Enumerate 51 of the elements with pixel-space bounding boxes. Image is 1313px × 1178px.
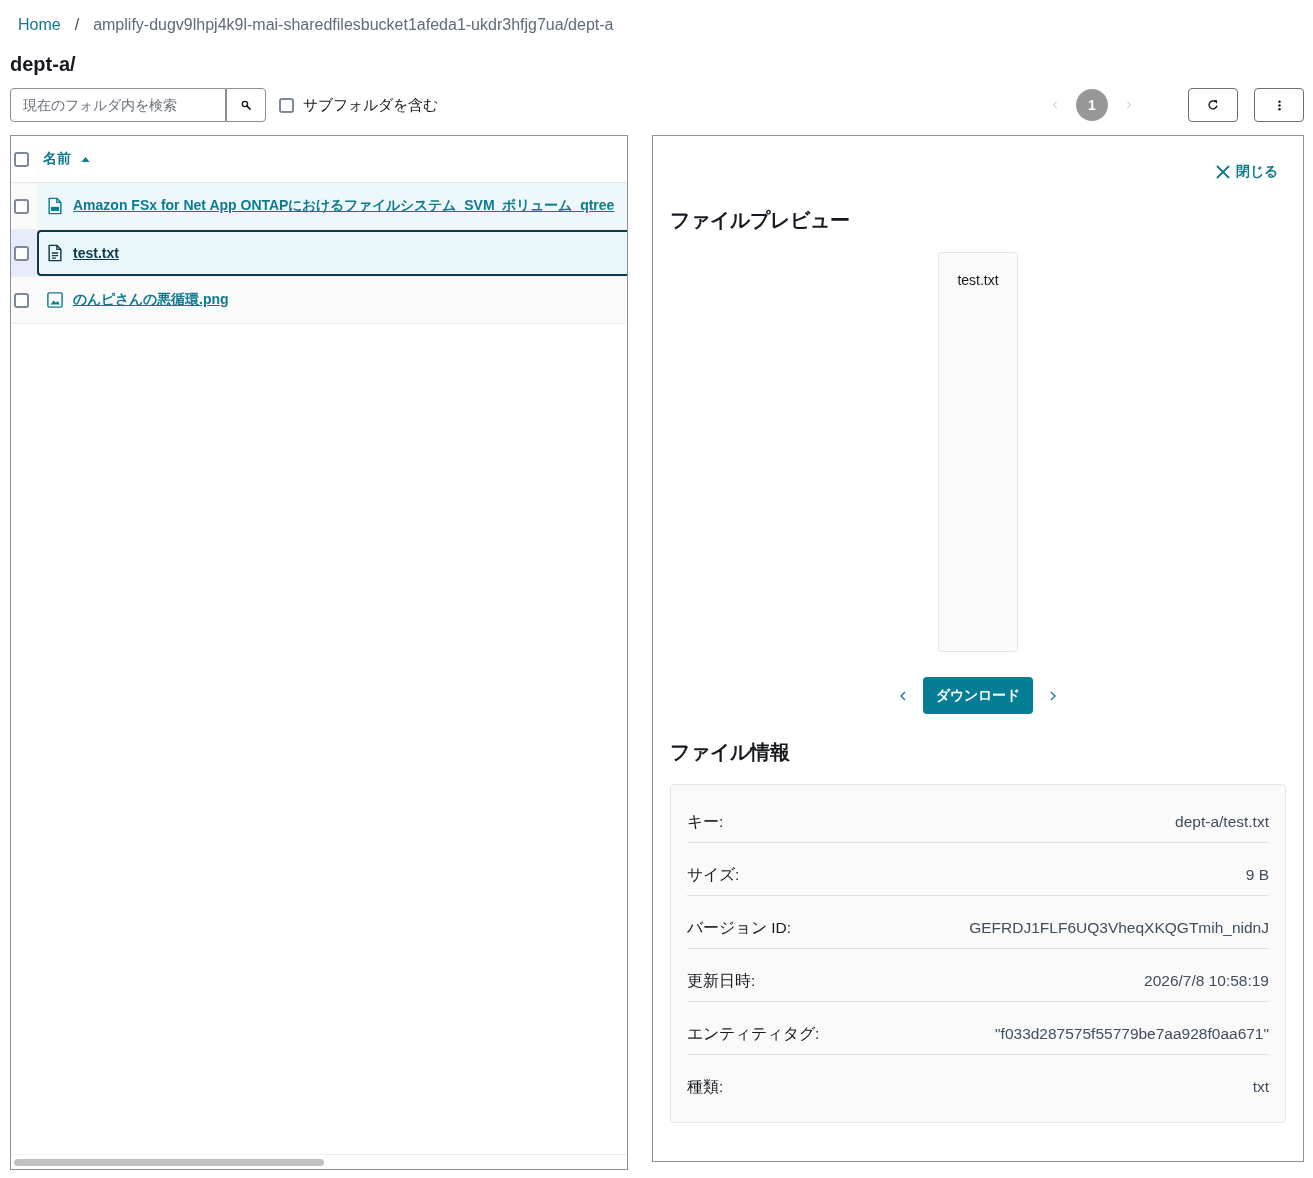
file-link[interactable]: Amazon FSx for Net App ONTAPにおけるファイルシステム_SVM_ボリューム_qtree xyxy=(73,197,615,215)
info-label: 更新日時: xyxy=(687,971,756,991)
page-button[interactable]: 1 xyxy=(1076,89,1108,121)
page-title: dept-a/ xyxy=(10,52,77,77)
table-row[interactable]: Amazon FSx for Net App ONTAPにおけるファイルシステム_SVM_ボリューム_qtree xyxy=(11,183,627,230)
pdf-file-icon xyxy=(47,197,63,215)
close-icon xyxy=(1216,165,1230,179)
info-label: エンティティタグ: xyxy=(687,1024,820,1044)
info-label: キー: xyxy=(687,812,724,832)
info-label: サイズ: xyxy=(687,865,740,885)
column-header[interactable]: 名前 xyxy=(43,150,71,168)
chevron-left-icon xyxy=(899,689,907,702)
info-value: GEFRDJ1FLF6UQ3VheqXKQGTmih_nidnJ xyxy=(969,918,1269,938)
more-options-icon xyxy=(1277,99,1281,111)
preview-file-name: test.txt xyxy=(957,271,999,289)
info-value: 2026/7/8 10:58:19 xyxy=(1144,971,1269,991)
file-link[interactable]: のんピさんの悪循環.png xyxy=(73,291,229,309)
more-options-button[interactable] xyxy=(1254,88,1304,122)
section-heading: ファイルプレビュー xyxy=(670,208,851,232)
text-file-icon xyxy=(47,244,63,262)
chevron-left-icon xyxy=(1052,101,1058,109)
table-row[interactable]: のんピさんの悪循環.png xyxy=(11,277,627,324)
refresh-button[interactable] xyxy=(1188,88,1238,122)
table-row[interactable]: test.txt xyxy=(11,230,627,277)
checkbox[interactable] xyxy=(279,97,294,113)
search-icon xyxy=(241,100,251,110)
info-value: txt xyxy=(1252,1077,1269,1097)
checkbox-label[interactable]: サブフォルダを含む xyxy=(303,95,438,115)
checkbox[interactable] xyxy=(14,292,29,308)
info-label: 種類: xyxy=(687,1077,724,1097)
info-value: dept-a/test.txt xyxy=(1175,812,1269,832)
chevron-right-icon xyxy=(1126,101,1132,109)
download-button[interactable]: ダウンロード xyxy=(923,677,1033,714)
search-field[interactable]: 現在のフォルダ内を検索 xyxy=(10,88,226,122)
close-button[interactable]: 閉じる xyxy=(1216,160,1278,184)
checkbox[interactable] xyxy=(14,151,29,167)
search-button[interactable] xyxy=(226,88,266,122)
info-label: バージョン ID: xyxy=(687,918,792,938)
breadcrumb-current: amplify-dugv9lhpj4k9l-mai-sharedfilesbucket1afeda1-ukdr3hfjg7ua/dept-a xyxy=(93,16,614,34)
breadcrumb-link[interactable]: Home xyxy=(18,16,61,34)
checkbox[interactable] xyxy=(14,245,29,261)
section-heading: ファイル情報 xyxy=(670,740,791,764)
info-value: "f033d287575f55779be7aa928f0aa671" xyxy=(995,1024,1269,1044)
file-link[interactable]: test.txt xyxy=(73,245,119,261)
breadcrumb-separator: / xyxy=(74,16,80,34)
chevron-right-icon xyxy=(1049,689,1057,702)
refresh-icon xyxy=(1207,99,1219,111)
scrollbar-thumb[interactable] xyxy=(14,1158,324,1166)
image-file-icon xyxy=(47,291,63,309)
checkbox[interactable] xyxy=(14,198,29,214)
info-value: 9 B xyxy=(1245,865,1269,885)
